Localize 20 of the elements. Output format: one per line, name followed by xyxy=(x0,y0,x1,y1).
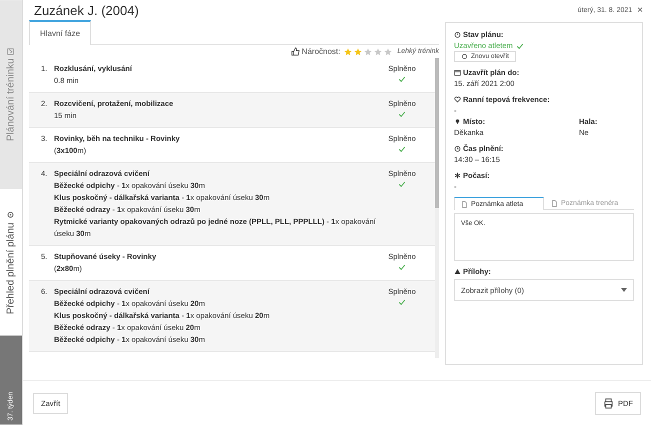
triangle-icon xyxy=(454,268,461,275)
stopwatch-icon xyxy=(454,31,461,38)
close-button[interactable]: × xyxy=(637,4,643,16)
checkbox-icon xyxy=(8,48,14,55)
phase-tab[interactable]: Hlavní fáze xyxy=(29,20,92,45)
dialog-title: Zuzánek J. (2004) xyxy=(34,2,139,18)
check-icon xyxy=(516,42,524,50)
alarm-clock-icon xyxy=(454,145,461,152)
difficulty-label: Náročnost: xyxy=(302,47,340,56)
gauge-icon xyxy=(8,211,14,218)
document-icon xyxy=(551,200,558,207)
thumbs-up-icon xyxy=(290,47,300,56)
scrollbar-thumb[interactable] xyxy=(435,58,439,208)
document-icon xyxy=(461,200,468,208)
printer-icon xyxy=(603,398,614,408)
caret-icon xyxy=(621,288,627,292)
pin-icon xyxy=(454,118,461,125)
snowflake-icon xyxy=(454,172,461,179)
calendar-icon xyxy=(454,69,461,76)
heart-icon xyxy=(454,96,461,103)
